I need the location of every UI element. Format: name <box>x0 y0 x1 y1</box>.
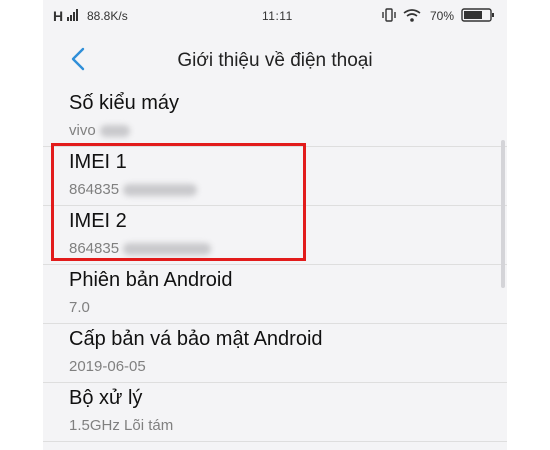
list-item-processor[interactable]: Bộ xử lý 1.5GHz Lõi tám <box>43 383 507 442</box>
list-item-security-patch[interactable]: Cấp bản vá bảo mật Android 2019-06-05 <box>43 324 507 383</box>
signal-strength-icon <box>67 9 78 21</box>
phone-screen: H 88.8K/s 11:11 70% Giới thiệu về điện t… <box>43 0 507 450</box>
item-value: 7.0 <box>69 299 90 316</box>
redacted-blur <box>123 243 212 256</box>
item-label: Số kiểu máy <box>69 92 180 114</box>
status-bar: H 88.8K/s 11:11 70% <box>43 0 507 30</box>
item-label: IMEI 1 <box>69 151 127 173</box>
redacted-blur <box>99 125 130 138</box>
list-item-android-version[interactable]: Phiên bản Android 7.0 <box>43 265 507 324</box>
item-label: Cấp bản vá bảo mật Android <box>69 328 323 350</box>
item-value: 864835 <box>69 240 212 257</box>
status-clock: 11:11 <box>262 9 293 23</box>
page-title: Giới thiệu về điện thoại <box>177 50 373 71</box>
battery-percent: 70% <box>430 9 455 23</box>
item-label: IMEI 2 <box>69 210 127 232</box>
item-label: Bộ xử lý <box>69 387 143 409</box>
item-value: 1.5GHz Lõi tám <box>69 417 174 434</box>
item-value: 864835 <box>69 181 198 198</box>
list-item-imei-2[interactable]: IMEI 2 864835 <box>43 206 507 265</box>
list-item-model[interactable]: Số kiểu máy vivo <box>43 88 507 147</box>
network-speed: 88.8K/s <box>87 9 128 23</box>
item-label: Phiên bản Android <box>69 269 233 291</box>
item-value: vivo <box>69 122 130 139</box>
network-type: H <box>53 8 64 24</box>
scrollbar[interactable] <box>501 140 505 288</box>
battery-icon <box>461 8 494 22</box>
vibrate-icon <box>382 8 396 22</box>
wifi-icon <box>403 9 421 22</box>
redacted-blur <box>123 184 198 197</box>
item-value: 2019-06-05 <box>69 358 146 375</box>
list-item-imei-1[interactable]: IMEI 1 864835 <box>43 147 507 206</box>
